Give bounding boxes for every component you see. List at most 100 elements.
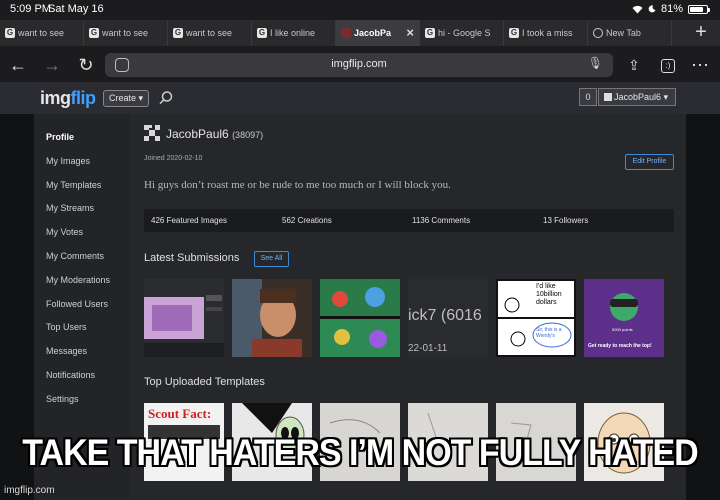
sidebar-item-my-moderations[interactable]: My Moderations bbox=[46, 275, 110, 285]
submission-thumbnail[interactable] bbox=[320, 279, 400, 357]
create-menu-button[interactable]: Create ▾ bbox=[103, 90, 150, 107]
browser-tab[interactable]: Gwant to see bbox=[168, 20, 252, 46]
submission-thumbnail[interactable]: I'd like 10billion dollars Sir, this is … bbox=[496, 279, 576, 357]
microphone-icon[interactable]: 🎙 bbox=[588, 56, 603, 70]
tab-strip: Gwant to see Gwant to see Gwant to see G I l… bbox=[0, 20, 720, 46]
tab-favicon bbox=[341, 28, 351, 38]
tab-favicon: G bbox=[89, 28, 99, 38]
status-time: 5:09 PM bbox=[10, 3, 51, 15]
submission-thumbnail[interactable] bbox=[144, 279, 224, 357]
tab-label: want to see bbox=[18, 28, 65, 38]
moon-icon bbox=[648, 5, 656, 13]
tab-label: want to see bbox=[102, 28, 149, 38]
edit-profile-button[interactable]: Edit Profile bbox=[625, 154, 674, 170]
tab-label: hi - Google S bbox=[438, 28, 491, 38]
sidebar-item-followed-users[interactable]: Followed Users bbox=[46, 299, 108, 309]
browser-tab[interactable]: Ghi - Google S bbox=[420, 20, 504, 46]
sidebar-item-top-users[interactable]: Top Users bbox=[46, 322, 87, 332]
profile-stats: 426 Featured Images 562 Creations 1136 C… bbox=[144, 209, 674, 232]
tab-label: New Tab bbox=[606, 28, 641, 38]
captain-photo-image bbox=[232, 279, 312, 357]
logo-text-img: img bbox=[40, 88, 71, 108]
browser-tab[interactable]: GI took a miss bbox=[504, 20, 588, 46]
browser-tab[interactable]: Gwant to see bbox=[0, 20, 84, 46]
tab-favicon: G bbox=[509, 28, 519, 38]
thumb-date-text: 22-01-11 bbox=[408, 343, 448, 354]
sidebar-item-messages[interactable]: Messages bbox=[46, 346, 87, 356]
sidebar-item-my-templates[interactable]: My Templates bbox=[46, 180, 101, 190]
close-tab-icon[interactable]: × bbox=[406, 25, 414, 40]
sidebar-item-my-streams[interactable]: My Streams bbox=[46, 203, 94, 213]
screenshot-thumb-image bbox=[144, 279, 224, 357]
back-button[interactable]: ← bbox=[6, 53, 30, 77]
username-text: JacobPaul6 bbox=[166, 127, 229, 141]
latest-submissions-title: Latest Submissions bbox=[144, 252, 240, 264]
top-templates-title: Top Uploaded Templates bbox=[144, 376, 265, 388]
tab-favicon: G bbox=[257, 28, 267, 38]
game-screenshot-image bbox=[320, 279, 400, 357]
share-icon[interactable]: ⇪ bbox=[622, 53, 646, 77]
tab-favicon: G bbox=[5, 28, 15, 38]
comic-bubble-reply: Sir, this is a Wendy's bbox=[536, 327, 562, 339]
tab-label: I like online bbox=[270, 28, 316, 38]
stat-creations[interactable]: 562 Creations bbox=[282, 216, 332, 225]
browser-tab[interactable]: Gwant to see bbox=[84, 20, 168, 46]
submission-thumbnail[interactable] bbox=[232, 279, 312, 357]
wifi-icon bbox=[632, 5, 643, 13]
user-menu-button[interactable]: JacobPaul6 ▾ bbox=[598, 88, 676, 106]
status-bar: 5:09 PM Sat May 16 81% bbox=[0, 0, 720, 18]
joined-date: Joined 2020-02-10 bbox=[144, 155, 203, 162]
address-url: imgflip.com bbox=[331, 58, 387, 70]
tab-favicon: G bbox=[425, 28, 435, 38]
sidebar-item-my-votes[interactable]: My Votes bbox=[46, 227, 83, 237]
battery-percent: 81% bbox=[660, 3, 683, 15]
tab-label: want to see bbox=[186, 28, 233, 38]
globe-icon bbox=[593, 28, 603, 38]
tabs-count-icon[interactable]: :) bbox=[656, 53, 680, 77]
browser-tab[interactable]: JacobPa × bbox=[336, 20, 420, 46]
scout-fact-text: Scout Fact: bbox=[148, 406, 212, 421]
sidebar-item-my-comments[interactable]: My Comments bbox=[46, 251, 104, 261]
battery-level bbox=[690, 6, 703, 12]
user-points: (38097) bbox=[232, 130, 264, 140]
submission-thumbnail[interactable]: ick7 (6016 22-01-11 bbox=[408, 279, 488, 357]
sidebar-item-my-images[interactable]: My Images bbox=[46, 156, 90, 166]
user-avatar bbox=[144, 125, 160, 141]
user-menu-label: JacobPaul6 ▾ bbox=[614, 92, 669, 102]
thumb-username-text: ick7 (6016 bbox=[408, 307, 482, 324]
status-date: Sat May 16 bbox=[48, 3, 104, 15]
forward-button[interactable]: → bbox=[40, 53, 64, 77]
tab-favicon: G bbox=[173, 28, 183, 38]
reload-button[interactable]: ↻ bbox=[74, 53, 98, 77]
notification-count[interactable]: 0 bbox=[579, 88, 597, 106]
browser-tab[interactable]: GI like online bbox=[252, 20, 336, 46]
submission-thumbnail[interactable]: 5000 points Get ready to reach the top! bbox=[584, 279, 664, 357]
stat-followers[interactable]: 13 Followers bbox=[543, 216, 588, 225]
see-all-button[interactable]: See All bbox=[254, 251, 289, 267]
status-right: 81% bbox=[632, 3, 710, 15]
imgflip-logo[interactable]: imgflip bbox=[40, 88, 96, 109]
browser-tab[interactable]: New Tab bbox=[588, 20, 672, 46]
tab-label: I took a miss bbox=[522, 28, 573, 38]
user-avatar-icon bbox=[604, 93, 612, 101]
search-icon[interactable] bbox=[158, 90, 174, 106]
meme-caption: TAKE THAT HATERS I’M NOT FULLY HATED bbox=[22, 432, 698, 474]
points-text: 5000 points bbox=[612, 327, 633, 332]
new-tab-button[interactable]: + bbox=[690, 22, 712, 44]
battery-icon bbox=[688, 4, 710, 14]
sidebar-item-profile[interactable]: Profile bbox=[46, 132, 74, 142]
tab-label: JacobPa bbox=[354, 28, 392, 38]
logo-text-flip: flip bbox=[70, 88, 97, 108]
profile-bio: Hi guys don’t roast me or be rude to me … bbox=[144, 179, 451, 191]
comic-bubble-text: I'd like 10billion dollars bbox=[536, 283, 562, 306]
sidebar-item-settings[interactable]: Settings bbox=[46, 394, 79, 404]
address-bar[interactable]: imgflip.com 🎙 bbox=[105, 53, 613, 77]
stat-comments[interactable]: 1136 Comments bbox=[412, 216, 470, 225]
imgflip-watermark: imgflip.com bbox=[4, 485, 55, 496]
stat-featured[interactable]: 426 Featured Images bbox=[151, 216, 227, 225]
sidebar-item-notifications[interactable]: Notifications bbox=[46, 370, 95, 380]
profile-username: JacobPaul6 (38097) bbox=[166, 127, 263, 141]
navigation-bar: ← → ↻ imgflip.com 🎙 ⇪ :) ⋯ bbox=[0, 48, 720, 82]
reach-top-text: Get ready to reach the top! bbox=[588, 343, 652, 349]
more-menu-icon[interactable]: ⋯ bbox=[688, 53, 712, 77]
